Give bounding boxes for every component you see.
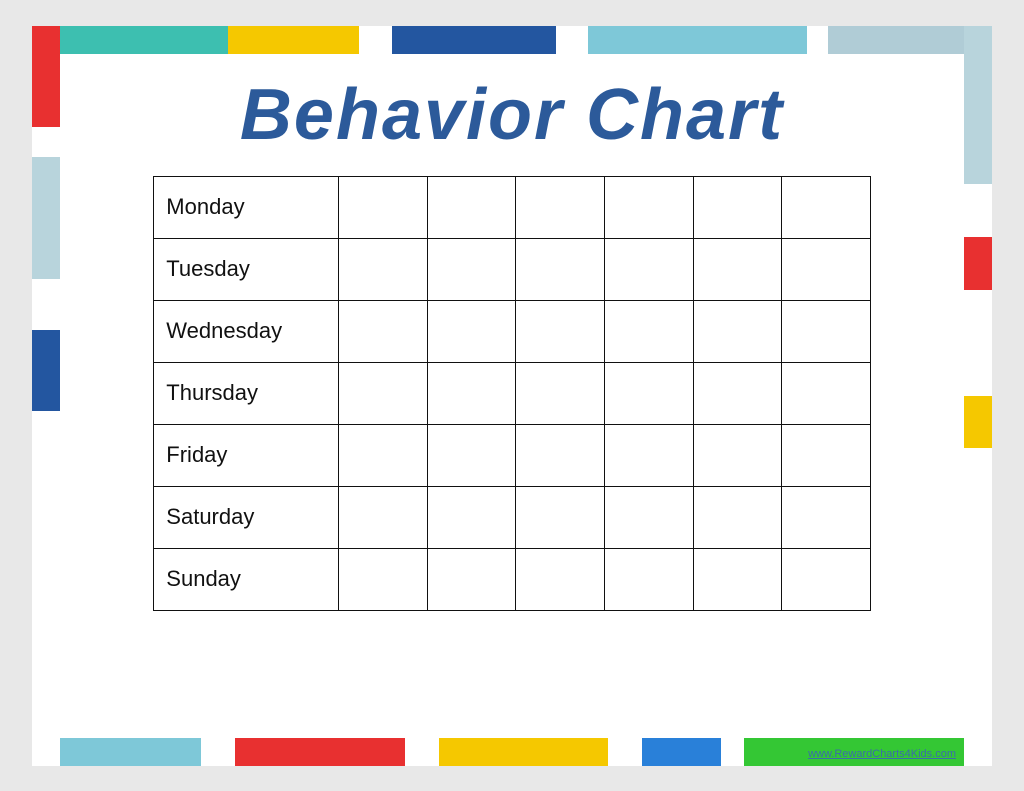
chart-cell[interactable] [604, 176, 693, 238]
day-label: Thursday [154, 362, 339, 424]
border-segment [964, 26, 992, 185]
border-segment [964, 290, 992, 396]
border-segment [359, 26, 392, 54]
watermark-link: www.RewardCharts4Kids.com [808, 748, 956, 760]
day-label: Sunday [154, 548, 339, 610]
chart-cell[interactable] [339, 362, 428, 424]
chart-cell[interactable] [782, 362, 871, 424]
chart-cell[interactable] [782, 176, 871, 238]
table-row: Friday [154, 424, 870, 486]
border-segment [228, 26, 359, 54]
border-segment [588, 26, 806, 54]
chart-cell[interactable] [782, 486, 871, 548]
chart-cell[interactable] [782, 238, 871, 300]
chart-cell[interactable] [693, 362, 782, 424]
chart-cell[interactable] [516, 424, 605, 486]
chart-cell[interactable] [339, 238, 428, 300]
border-segment [392, 26, 556, 54]
border-segment [32, 157, 60, 279]
chart-cell[interactable] [427, 362, 516, 424]
chart-cell[interactable] [604, 238, 693, 300]
chart-cell[interactable] [516, 486, 605, 548]
border-segment [32, 26, 60, 127]
table-row: Wednesday [154, 300, 870, 362]
border-segment [405, 738, 439, 766]
day-label: Tuesday [154, 238, 339, 300]
chart-cell[interactable] [516, 300, 605, 362]
chart-cell[interactable] [604, 424, 693, 486]
day-label: Wednesday [154, 300, 339, 362]
chart-cell[interactable] [693, 424, 782, 486]
border-segment [964, 396, 992, 449]
behavior-chart-table: MondayTuesdayWednesdayThursdayFridaySatu… [153, 176, 870, 611]
table-row: Saturday [154, 486, 870, 548]
chart-cell[interactable] [604, 486, 693, 548]
chart-cell[interactable] [782, 424, 871, 486]
chart-cell[interactable] [339, 424, 428, 486]
border-segment [201, 738, 235, 766]
page: Behavior Chart MondayTuesdayWednesdayThu… [32, 26, 992, 766]
border-top [32, 26, 992, 54]
border-segment [32, 411, 60, 766]
border-segment [556, 26, 589, 54]
chart-cell[interactable] [782, 548, 871, 610]
chart-cell[interactable] [516, 362, 605, 424]
chart-cell[interactable] [516, 176, 605, 238]
chart-cell[interactable] [427, 486, 516, 548]
table-row: Monday [154, 176, 870, 238]
border-left [32, 26, 60, 766]
chart-cell[interactable] [693, 486, 782, 548]
chart-cell[interactable] [427, 424, 516, 486]
chart-cell[interactable] [516, 238, 605, 300]
chart-cell[interactable] [427, 548, 516, 610]
border-segment [721, 738, 744, 766]
table-row: Tuesday [154, 238, 870, 300]
chart-cell[interactable] [427, 300, 516, 362]
table-row: Thursday [154, 362, 870, 424]
chart-cell[interactable] [782, 300, 871, 362]
chart-cell[interactable] [427, 176, 516, 238]
chart-cell[interactable] [693, 548, 782, 610]
border-segment [32, 279, 60, 330]
border-segment [608, 738, 642, 766]
border-segment [642, 738, 721, 766]
chart-cell[interactable] [339, 300, 428, 362]
chart-cell[interactable] [693, 176, 782, 238]
border-segment [964, 237, 992, 290]
chart-cell[interactable] [339, 486, 428, 548]
border-segment [235, 738, 404, 766]
main-content: Behavior Chart MondayTuesdayWednesdayThu… [60, 54, 964, 738]
chart-cell[interactable] [604, 548, 693, 610]
chart-cell[interactable] [693, 300, 782, 362]
day-label: Saturday [154, 486, 339, 548]
chart-cell[interactable] [339, 176, 428, 238]
border-segment [32, 26, 228, 54]
border-segment [964, 448, 992, 765]
chart-cell[interactable] [339, 548, 428, 610]
chart-cell[interactable] [693, 238, 782, 300]
border-segment [32, 127, 60, 157]
chart-cell[interactable] [516, 548, 605, 610]
border-segment [439, 738, 608, 766]
border-right [964, 26, 992, 766]
chart-cell[interactable] [427, 238, 516, 300]
border-segment [32, 330, 60, 411]
day-label: Friday [154, 424, 339, 486]
chart-cell[interactable] [604, 300, 693, 362]
border-segment [964, 184, 992, 237]
day-label: Monday [154, 176, 339, 238]
page-title: Behavior Chart [240, 74, 784, 156]
chart-cell[interactable] [604, 362, 693, 424]
table-row: Sunday [154, 548, 870, 610]
border-segment [807, 26, 829, 54]
